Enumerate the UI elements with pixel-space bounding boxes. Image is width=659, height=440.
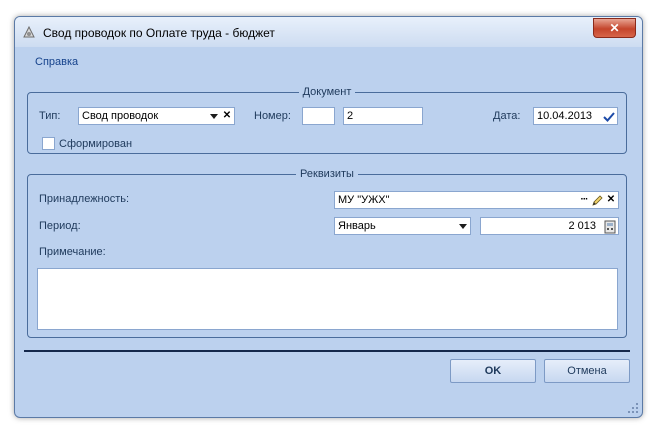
number-input[interactable]: 2 [343,107,423,125]
belonging-label: Принадлежность: [39,193,130,205]
checkmark-icon[interactable] [603,110,615,124]
type-value: Свод проводок [82,110,159,122]
pencil-icon[interactable] [591,194,603,208]
window-title: Свод проводок по Оплате труда - бюджет [43,26,275,40]
month-dropdown-button[interactable] [457,219,469,233]
app-icon [23,25,35,38]
bottom-separator [24,350,630,352]
details-legend: Реквизиты [300,168,354,180]
ellipsis-button[interactable]: ··· [578,193,590,207]
formed-checkbox[interactable] [42,137,55,150]
period-month-value: Январь [338,220,376,232]
cancel-button[interactable]: Отмена [544,359,630,383]
chevron-down-icon [210,114,218,119]
period-year-spinner[interactable]: 2 013 [480,217,619,235]
type-dropdown-button[interactable] [208,109,220,123]
dialog-window: Свод проводок по Оплате труда - бюджет ✕… [14,16,643,418]
period-year-value: 2 013 [568,220,596,232]
belonging-field[interactable]: МУ "УЖХ" ··· ✕ [334,191,619,209]
resize-grip-icon[interactable] [628,403,638,413]
menu-bar: Справка [35,56,78,68]
belonging-value: МУ "УЖХ" [338,194,390,206]
belonging-clear-button[interactable]: ✕ [605,193,617,207]
document-legend: Документ [302,86,352,98]
note-label: Примечание: [39,246,106,258]
close-button[interactable]: ✕ [593,18,636,38]
number-prefix-input[interactable] [302,107,335,125]
title-bar[interactable]: Свод проводок по Оплате труда - бюджет ✕ [15,17,642,47]
ok-button[interactable]: OK [450,359,536,383]
type-clear-button[interactable]: ✕ [221,109,233,123]
chevron-down-icon [459,224,467,229]
calculator-icon[interactable] [604,220,616,234]
number-label: Номер: [254,110,291,122]
date-picker[interactable]: 10.04.2013 [533,107,618,125]
period-month-select[interactable]: Январь [334,217,471,235]
type-label: Тип: [39,110,61,122]
type-select[interactable]: Свод проводок ✕ [78,107,235,125]
formed-label: Сформирован [59,138,133,150]
note-textarea[interactable] [37,268,618,330]
date-label: Дата: [493,110,521,122]
menu-item-help[interactable]: Справка [35,56,78,68]
period-label: Период: [39,220,81,232]
date-value: 10.04.2013 [537,110,593,122]
